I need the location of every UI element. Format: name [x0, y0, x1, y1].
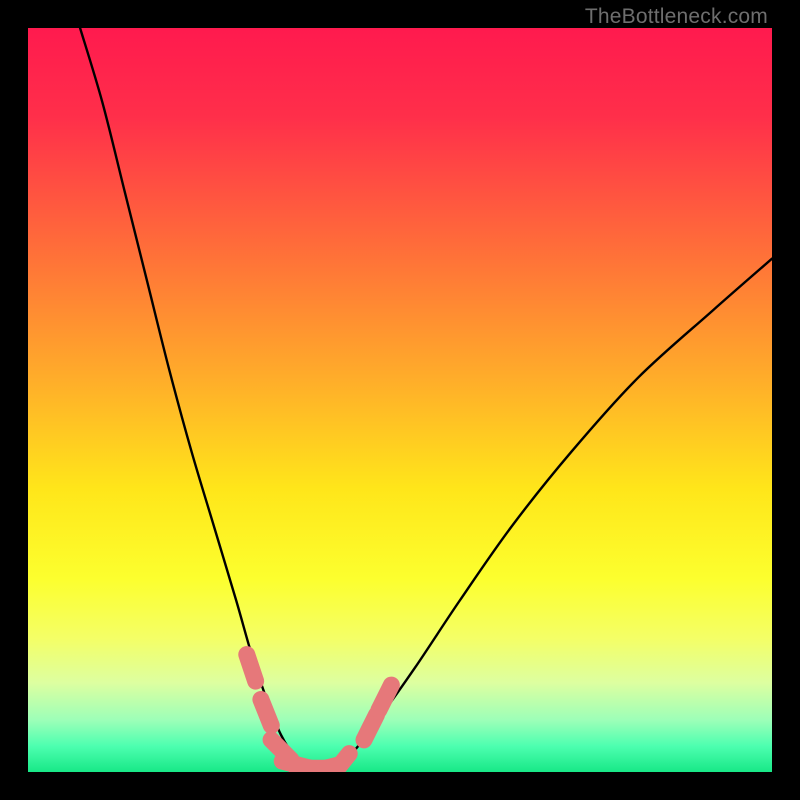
chart-frame: TheBottleneck.com: [0, 0, 800, 800]
marker-cluster-right2: [379, 685, 392, 710]
marker-valley-4: [332, 754, 349, 772]
bottleneck-curve: [80, 28, 772, 765]
marker-group: [247, 655, 392, 772]
marker-cluster-right: [364, 715, 377, 740]
watermark-text: TheBottleneck.com: [585, 5, 768, 29]
curve-layer: [28, 28, 772, 772]
plot-area: [28, 28, 772, 772]
marker-cluster-left: [247, 655, 256, 682]
marker-cluster-left2: [261, 699, 271, 725]
